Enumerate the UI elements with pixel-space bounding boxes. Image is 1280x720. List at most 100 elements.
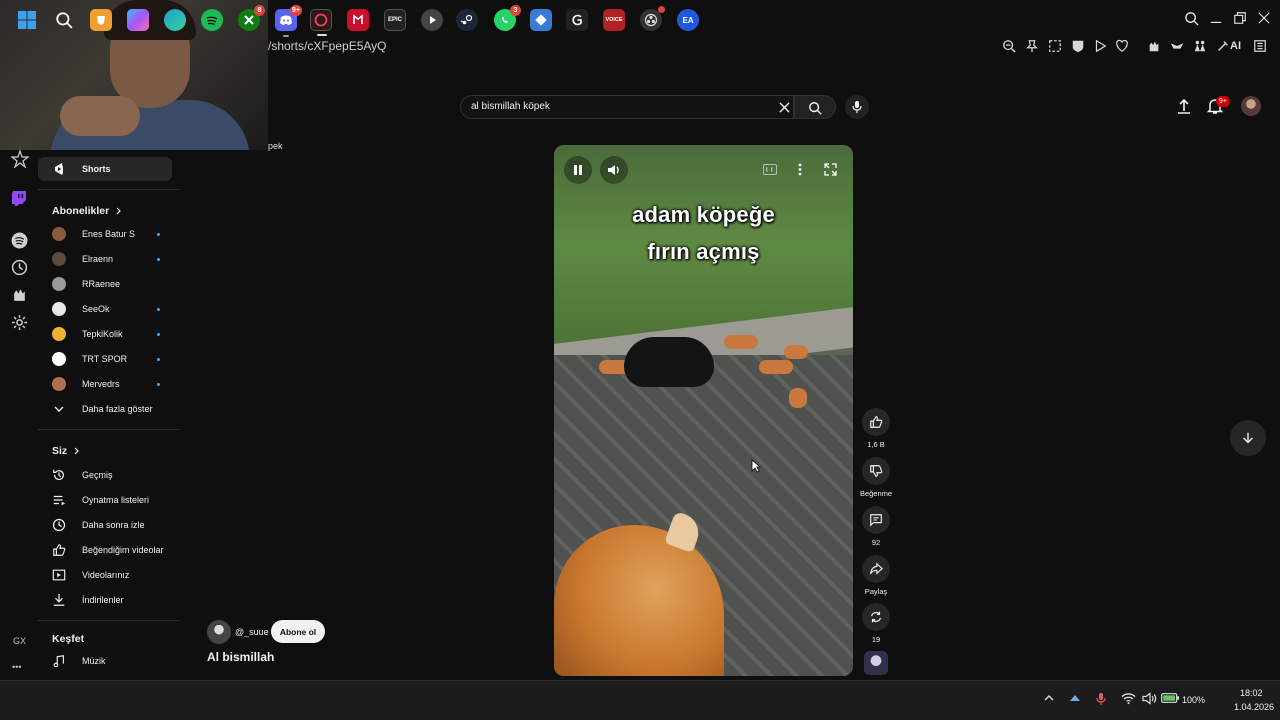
snapshot-icon[interactable] (1048, 39, 1066, 57)
tray-chevron-up-icon[interactable] (1043, 692, 1057, 706)
channel-avatar (52, 277, 66, 291)
tray-microphone-icon[interactable] (1096, 692, 1110, 706)
new-content-dot (157, 357, 160, 361)
new-content-dot (157, 232, 160, 236)
opera-gx-icon[interactable] (310, 9, 332, 36)
app-g-icon[interactable] (566, 9, 588, 31)
mods-icon[interactable] (11, 286, 29, 304)
captions-icon[interactable] (763, 164, 777, 175)
settings-gear-icon[interactable] (11, 314, 29, 332)
subscribe-button[interactable]: Abone ol (271, 620, 325, 643)
edge-icon[interactable] (164, 9, 186, 31)
volume-icon (608, 165, 619, 175)
shorts-video-player[interactable]: adam köpeğe fırın açmış (554, 145, 853, 676)
brave-icon[interactable] (90, 9, 112, 31)
sound-thumbnail[interactable] (864, 651, 888, 675)
xbox-icon[interactable]: 8 (238, 5, 265, 31)
extension-hand-icon[interactable] (1147, 39, 1165, 57)
heart-icon[interactable] (1115, 39, 1133, 57)
sidebar-item-subscription[interactable]: Mervedrs (38, 372, 178, 396)
twitch-icon[interactable] (11, 190, 29, 208)
browser-search-icon[interactable] (1184, 11, 1200, 27)
battery-icon[interactable] (1161, 692, 1181, 706)
clock-time[interactable]: 18:02 (1240, 688, 1263, 698)
remix-button[interactable] (862, 603, 890, 631)
sidebar-item-liked-videos[interactable]: Beğendiğim videolar (38, 538, 178, 562)
sidebar-item-music[interactable]: Müzik (38, 649, 178, 673)
mcafee-icon[interactable] (347, 9, 369, 31)
taskbar-search-icon[interactable] (53, 9, 75, 31)
restore-icon[interactable] (1233, 11, 1249, 27)
sidebar-item-playlists[interactable]: Oynatma listeleri (38, 488, 178, 512)
chevron-right-icon (116, 207, 122, 215)
you-heading[interactable]: Siz (52, 445, 81, 457)
next-video-button[interactable] (1230, 420, 1266, 456)
share-button[interactable] (862, 555, 890, 583)
sidebar-item-watch-later[interactable]: Daha sonra izle (38, 513, 178, 537)
discord-icon[interactable]: 9+ (275, 5, 302, 37)
comments-button[interactable] (862, 506, 890, 534)
dislike-button[interactable] (862, 457, 890, 485)
sidebar-item-your-videos[interactable]: Videolarınız (38, 563, 178, 587)
extension-figures-icon[interactable] (1193, 39, 1211, 57)
sidebar-web3-icon[interactable] (11, 150, 29, 168)
shield-icon[interactable] (1071, 39, 1089, 57)
sidebar-item-subscription[interactable]: Enes Batur S (38, 222, 178, 246)
search-input[interactable]: al bismillah köpek (460, 95, 794, 119)
copilot-icon[interactable] (127, 9, 149, 31)
ai-label[interactable]: AI (1230, 40, 1241, 52)
sidebar-item-label: Shorts (82, 164, 111, 174)
history-clock-icon[interactable] (11, 259, 29, 277)
app-blue-icon[interactable] (530, 9, 552, 31)
tray-steam-icon[interactable] (1068, 692, 1082, 706)
sidebar-item-subscription[interactable]: RRaenee (38, 272, 178, 296)
sidebar-item-subscription[interactable]: TepkiKolik (38, 322, 178, 346)
sidebar-item-subscription[interactable]: TRT SPOR (38, 347, 178, 371)
speaker-icon[interactable] (1142, 692, 1157, 706)
whatsapp-icon[interactable]: 3 (494, 5, 521, 31)
spotify-taskbar-icon[interactable] (201, 9, 223, 31)
zoom-out-icon[interactable] (1002, 39, 1020, 57)
voicemeeter-icon[interactable]: VOICE (603, 9, 625, 31)
subscriptions-heading[interactable]: Abonelikler (52, 205, 123, 217)
channel-name[interactable]: @_suue (235, 627, 269, 637)
steam-icon[interactable] (456, 9, 478, 31)
search-button[interactable] (794, 95, 836, 119)
upload-icon[interactable] (1175, 97, 1195, 117)
minimize-icon[interactable] (1209, 11, 1225, 27)
voice-search-button[interactable] (845, 95, 869, 119)
windows-start-icon[interactable] (16, 9, 38, 31)
extension-wings-icon[interactable] (1170, 39, 1188, 57)
wifi-icon[interactable] (1121, 692, 1136, 706)
pause-button[interactable] (564, 156, 592, 184)
pin-icon[interactable] (1025, 39, 1043, 57)
gx-label[interactable]: GX (13, 636, 26, 646)
account-avatar[interactable] (1241, 96, 1261, 116)
like-button[interactable] (862, 408, 890, 436)
show-more-button[interactable]: Daha fazla göster (38, 397, 178, 421)
play-icon[interactable] (1093, 39, 1111, 57)
volume-button[interactable] (600, 156, 628, 184)
sidebar-item-shorts[interactable]: Shorts (38, 157, 172, 181)
more-vertical-icon[interactable] (798, 163, 802, 176)
sidebar-item-history[interactable]: Geçmiş (38, 463, 178, 487)
media-player-icon[interactable] (421, 9, 443, 31)
sidebar-item-subscription[interactable]: SeeOk (38, 297, 178, 321)
obs-icon[interactable] (640, 6, 665, 31)
clear-search-icon[interactable] (779, 102, 790, 113)
chevron-down-icon (46, 405, 72, 413)
sidebar-item-downloads[interactable]: İndirilenler (38, 588, 178, 612)
address-bar[interactable]: /shorts/cXFpepE5AyQ (268, 39, 387, 53)
epic-games-icon[interactable]: EPIC (384, 9, 406, 31)
more-options-icon[interactable]: ••• (12, 662, 21, 672)
fullscreen-icon[interactable] (824, 163, 837, 176)
clock-date[interactable]: 1.04.2026 (1234, 702, 1274, 712)
ea-icon[interactable]: EA (677, 9, 699, 31)
video-title[interactable]: Al bismillah (207, 650, 274, 664)
video-frame-bread (724, 335, 758, 349)
channel-avatar[interactable] (207, 620, 231, 644)
sidebar-panel-icon[interactable] (1253, 39, 1271, 57)
spotify-icon[interactable] (11, 232, 29, 250)
sidebar-item-subscription[interactable]: Elraenn (38, 247, 178, 271)
close-window-icon[interactable] (1257, 11, 1273, 27)
